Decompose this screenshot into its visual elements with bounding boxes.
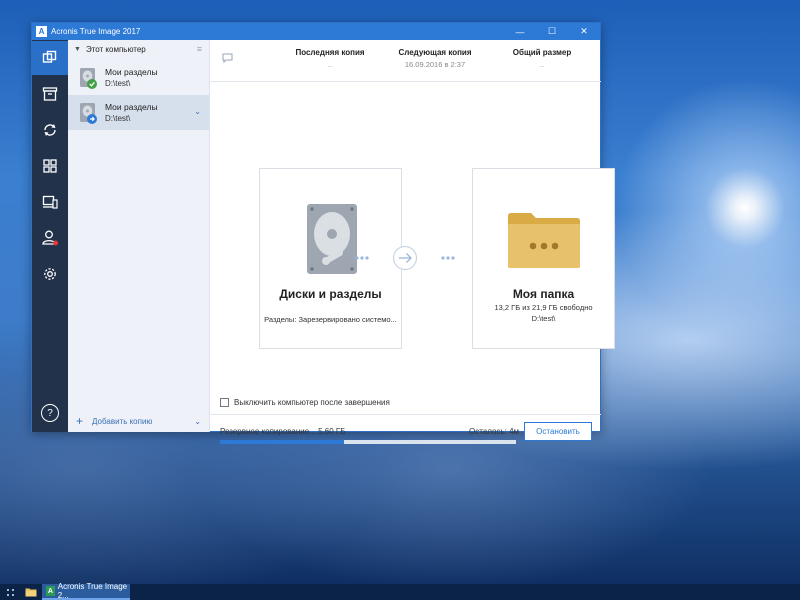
backup-icon[interactable] <box>40 48 60 68</box>
maximize-button[interactable]: ☐ <box>536 23 568 40</box>
archive-icon[interactable] <box>40 84 60 104</box>
comment-icon[interactable] <box>222 53 233 65</box>
main-pane: Последняя копия .. Следующая копия 16.09… <box>210 40 615 444</box>
tools-icon[interactable] <box>40 192 60 212</box>
backup-item-selected[interactable]: Мои разделы D:\test\ ⌄ <box>68 95 209 130</box>
menu-lines-icon[interactable]: ≡ <box>197 44 202 54</box>
last-backup-info: Последняя копия .. <box>280 48 380 69</box>
backup-list-panel: ▼ Этот компьютер ≡ Мои разделы D:\test\ … <box>68 40 210 432</box>
acronis-taskbar-icon: A <box>46 586 55 596</box>
destination-path: D:\test\ <box>531 314 556 323</box>
add-backup-label: Добавить копию <box>92 416 153 426</box>
total-size-label: Общий размер <box>512 48 572 57</box>
chevron-down-icon[interactable]: ⌄ <box>194 107 201 116</box>
folder-icon <box>508 213 580 268</box>
stop-button[interactable]: Остановить <box>524 422 592 441</box>
destination-free-space: 13,2 ГБ из 21,9 ГБ свободно <box>494 303 593 312</box>
help-icon[interactable]: ? <box>41 404 59 422</box>
chevron-down-icon[interactable]: ⌄ <box>194 417 201 426</box>
close-button[interactable]: ✕ <box>568 23 600 40</box>
next-backup-value: 16.09.2016 в 2:37 <box>404 60 466 69</box>
progress-area: Резервное копирование... 5,60 ГБ Осталос… <box>210 414 601 444</box>
taskbar-app-label: Acronis True Image 2... <box>57 582 128 600</box>
plus-icon: + <box>76 414 84 428</box>
shutdown-checkbox[interactable] <box>220 398 229 407</box>
source-title: Диски и разделы <box>279 287 382 301</box>
shutdown-label: Выключить компьютер после завершения <box>234 398 390 407</box>
nav-rail: ? <box>32 40 68 432</box>
account-icon[interactable] <box>40 228 60 248</box>
disk-icon <box>79 102 97 124</box>
list-header-label: Этот компьютер <box>85 44 146 54</box>
last-backup-value: .. <box>327 60 333 69</box>
backup-name: Мои разделы <box>105 102 158 112</box>
taskbar: A Acronis True Image 2... <box>0 582 800 600</box>
settings-icon[interactable] <box>40 264 60 284</box>
shutdown-option[interactable]: Выключить компьютер после завершения <box>220 398 390 407</box>
taskbar-app-acronis[interactable]: A Acronis True Image 2... <box>42 582 130 600</box>
progress-status: Резервное копирование... 5,60 ГБ <box>220 427 346 436</box>
hard-drive-icon <box>307 204 357 274</box>
backup-item[interactable]: Мои разделы D:\test\ <box>68 60 209 95</box>
list-header[interactable]: ▼ Этот компьютер ≡ <box>68 40 209 58</box>
progress-bar <box>220 440 516 444</box>
next-backup-info: Следующая копия 16.09.2016 в 2:37 <box>385 48 485 69</box>
next-backup-label: Следующая копия <box>398 48 472 57</box>
backup-info-bar: Последняя копия .. Следующая копия 16.09… <box>210 40 601 82</box>
window-title: Acronis True Image 2017 <box>51 27 141 36</box>
source-detail: Разделы: Зарезервировано системо... <box>264 315 397 324</box>
total-size-value: .. <box>539 60 545 69</box>
destination-title: Моя папка <box>512 287 575 301</box>
backup-arrow-icon <box>355 245 455 271</box>
dashboard-icon[interactable] <box>40 156 60 176</box>
app-logo-icon: A <box>36 26 47 37</box>
file-explorer-icon[interactable] <box>20 584 42 600</box>
collapse-caret-icon[interactable]: ▼ <box>74 46 81 53</box>
minimize-button[interactable]: — <box>504 23 536 40</box>
app-window: A Acronis True Image 2017 — ☐ ✕ ? ▼ Этот… <box>31 22 615 444</box>
progress-bar-fill <box>220 440 345 444</box>
backup-name: Мои разделы <box>105 67 158 77</box>
disk-icon <box>79 67 97 89</box>
sync-icon[interactable] <box>40 120 60 140</box>
destination-card[interactable]: Моя папка 13,2 ГБ из 21,9 ГБ свободно D:… <box>472 168 615 349</box>
backup-path: D:\test\ <box>105 114 131 123</box>
time-remaining: Осталось: 4м <box>469 427 520 436</box>
title-bar[interactable]: A Acronis True Image 2017 — ☐ ✕ <box>32 23 600 40</box>
backup-path: D:\test\ <box>105 79 131 88</box>
start-button[interactable] <box>0 584 20 600</box>
last-backup-label: Последняя копия <box>295 48 365 57</box>
total-size-info: Общий размер .. <box>492 48 592 69</box>
add-backup-button[interactable]: + Добавить копию ⌄ <box>68 410 209 432</box>
